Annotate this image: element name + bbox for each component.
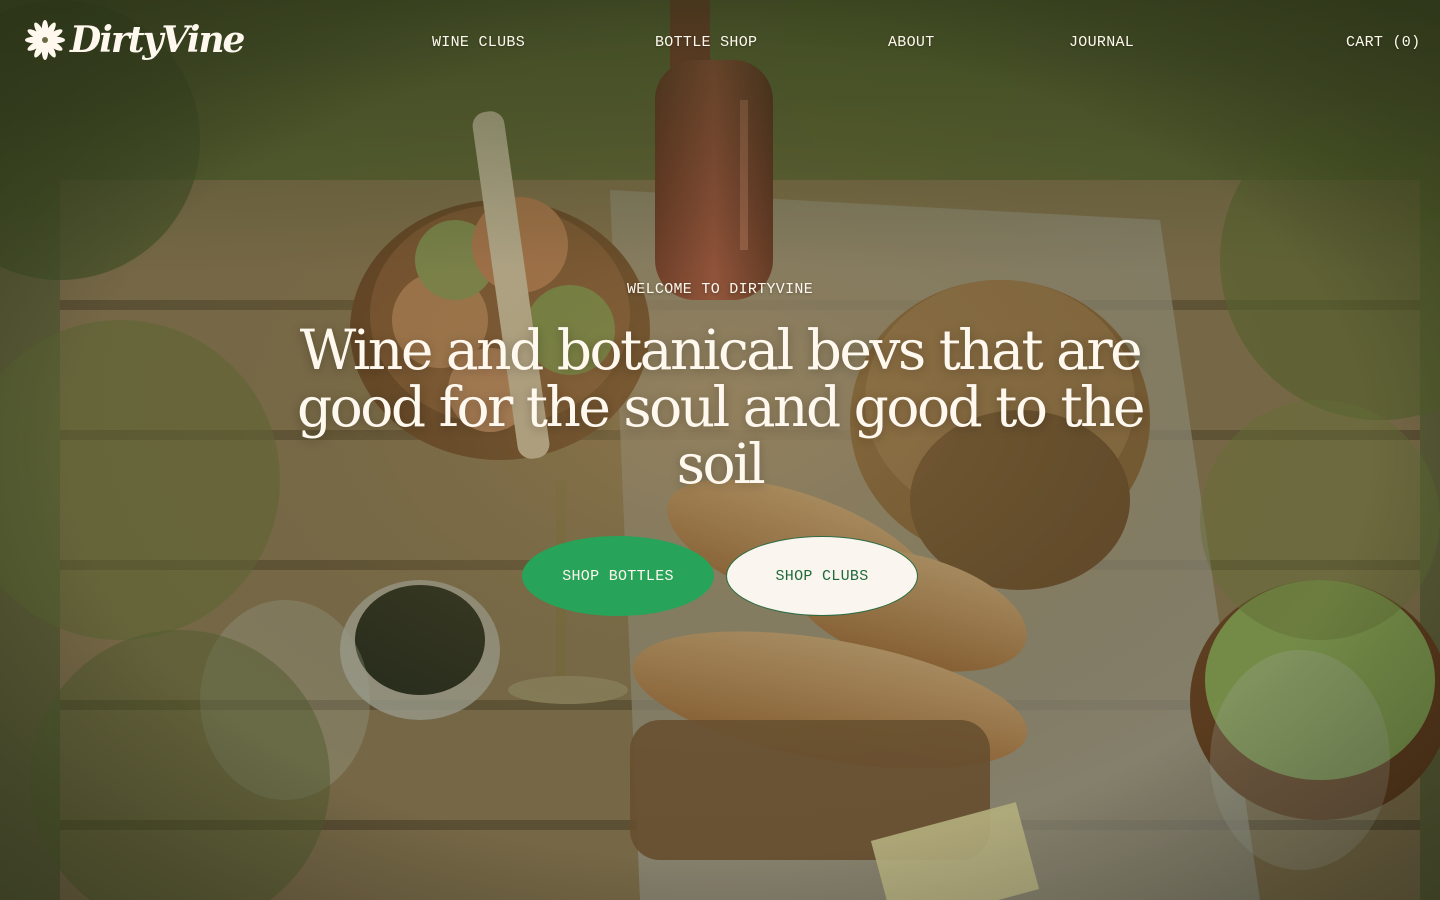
nav-link-about[interactable]: ABOUT xyxy=(888,34,935,51)
sunburst-icon xyxy=(25,20,65,60)
main-navigation: DirtyVine WINE CLUBS BOTTLE SHOP ABOUT J… xyxy=(0,0,1440,88)
hero-section: DirtyVine WINE CLUBS BOTTLE SHOP ABOUT J… xyxy=(0,0,1440,900)
shop-clubs-button[interactable]: SHOP CLUBS xyxy=(726,536,918,616)
nav-link-journal[interactable]: JOURNAL xyxy=(1069,34,1134,51)
hero-eyebrow: WELCOME TO DIRTYVINE xyxy=(626,281,814,298)
brand-name: DirtyVine xyxy=(70,19,245,61)
cart-link[interactable]: CART (0) xyxy=(1346,34,1420,51)
brand-logo[interactable]: DirtyVine xyxy=(24,18,245,62)
shop-bottles-button[interactable]: SHOP BOTTLES xyxy=(522,536,714,616)
hero-headline: Wine and botanical bevs that are good fo… xyxy=(296,318,1146,496)
nav-link-wine-clubs[interactable]: WINE CLUBS xyxy=(432,34,525,51)
nav-link-bottle-shop[interactable]: BOTTLE SHOP xyxy=(655,34,757,51)
